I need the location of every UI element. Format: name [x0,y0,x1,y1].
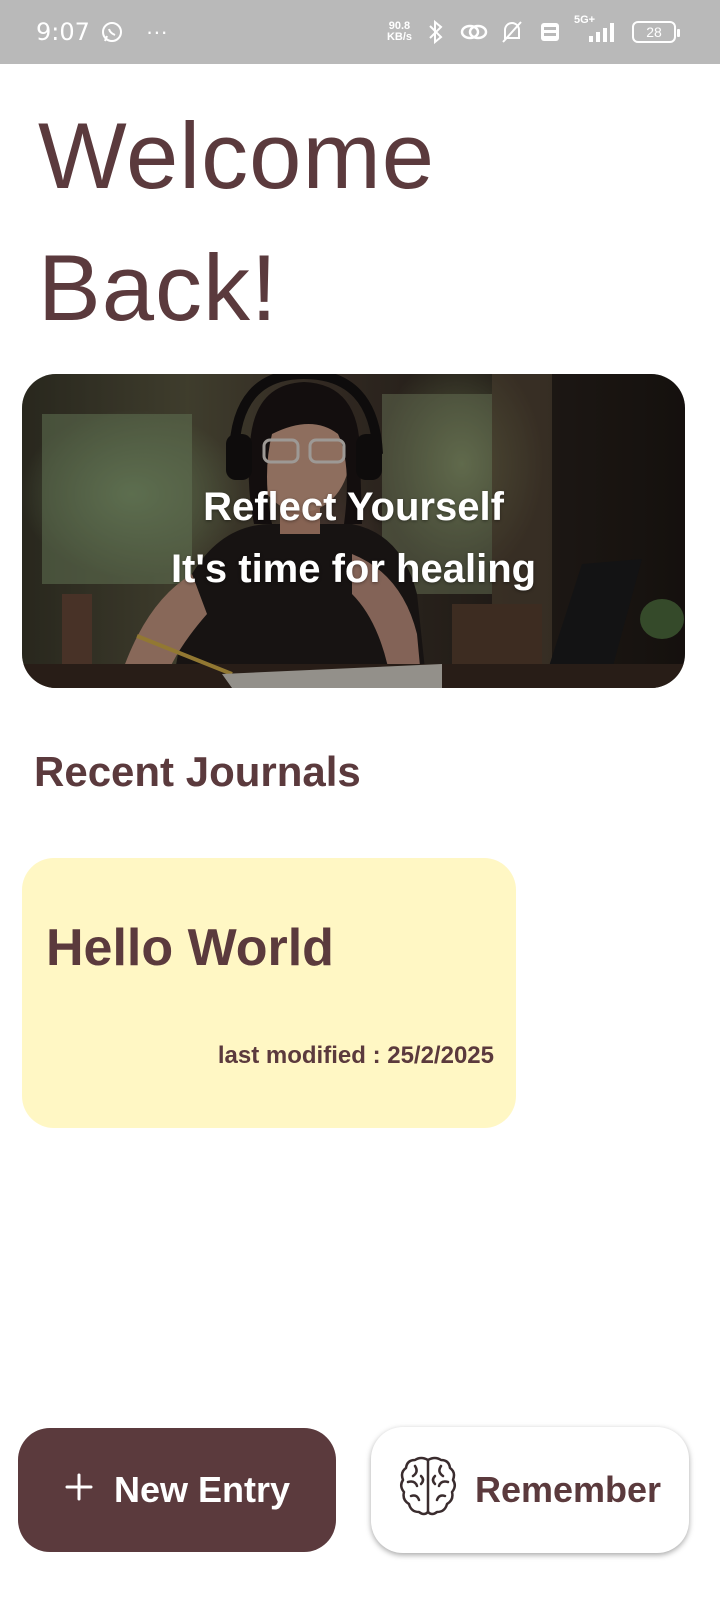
plus-icon [64,1466,94,1510]
hero-caption: Reflect Yourself It's time for healing [22,476,685,600]
welcome-heading: Welcome Back! [38,90,678,354]
welcome-line-2: Back! [38,235,279,340]
hero-line-1: Reflect Yourself [203,485,504,529]
welcome-line-1: Welcome [38,103,436,208]
remember-label: Remember [474,1469,662,1510]
status-left: 9:07 ··· [36,18,168,46]
status-bar: 9:07 ··· 90.8 KB/s 5G+ 28 [0,0,720,64]
brain-icon [399,1454,457,1527]
more-notifications: ··· [145,19,168,44]
battery-icon: 28 [632,21,680,43]
net-speed-unit: KB/s [386,31,412,43]
new-entry-label: New Entry [113,1469,291,1510]
hero-banner[interactable]: Reflect Yourself It's time for healing [22,374,685,688]
bell-muted-icon [498,18,526,46]
remember-button[interactable]: Remember [371,1427,689,1553]
journal-title: Hello World [46,919,334,977]
network-label: 5G+ [574,14,596,26]
hotspot-link-icon [460,18,488,46]
recent-journals-title: Recent Journals [34,748,361,795]
bluetooth-icon [422,18,450,46]
journal-last-modified: last modified : 25/2/2025 [217,1042,494,1069]
whatsapp-icon [98,18,126,46]
new-entry-button[interactable]: New Entry [18,1428,336,1552]
status-time: 9:07 [36,18,90,46]
status-right: 90.8 KB/s 5G+ 28 [387,14,680,46]
net-speed: 90.8 KB/s [387,21,412,43]
journal-card[interactable]: Hello World last modified : 25/2/2025 [22,858,516,1128]
hero-line-2: It's time for healing [170,547,537,591]
volte-icon [536,18,564,46]
signal-icon: 5G+ [574,14,622,46]
